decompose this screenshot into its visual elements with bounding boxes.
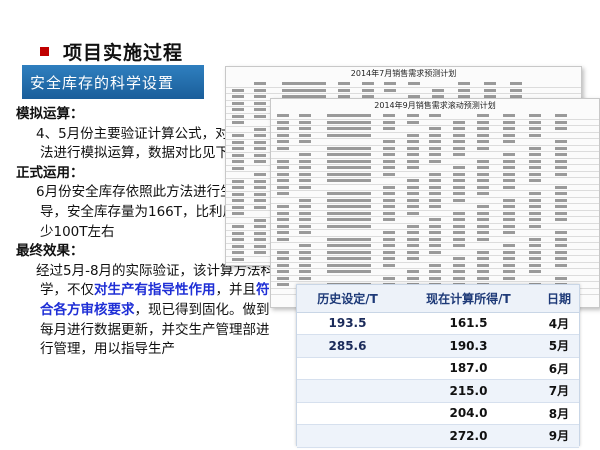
slide-title: 项目实施过程 xyxy=(63,42,184,64)
cell-computed: 272.0 xyxy=(397,424,539,448)
table-row: 187.0 6月 xyxy=(297,357,579,380)
cell-history: 285.6 xyxy=(297,334,398,358)
cell-date: 9月 xyxy=(538,424,579,448)
cell-date: 6月 xyxy=(538,357,579,380)
slide-title-row: 项目实施过程 xyxy=(40,38,183,65)
cell-history xyxy=(297,424,398,448)
header-computed: 现在计算所得/T xyxy=(397,285,539,313)
cell-history: 193.5 xyxy=(297,312,398,335)
table-row: 272.0 9月 xyxy=(297,424,579,448)
table-row: 215.0 7月 xyxy=(297,379,579,403)
cell-date: 5月 xyxy=(538,334,579,358)
table-row: 193.5 161.5 4月 xyxy=(297,312,579,335)
result-highlight-1: 对生产有指导性作用 xyxy=(94,282,216,299)
header-history: 历史设定/T xyxy=(297,285,398,313)
cell-computed: 161.5 xyxy=(397,312,539,335)
table-header-row: 历史设定/T 现在计算所得/T 日期 xyxy=(297,285,579,313)
sheet-title-july: 2014年7月销售需求预测计划 xyxy=(350,69,457,78)
cell-date: 4月 xyxy=(538,312,579,335)
cell-date: 8月 xyxy=(538,402,579,425)
cell-computed: 190.3 xyxy=(397,334,539,358)
title-bullet-icon xyxy=(40,47,49,56)
result-text-2: ，并且 xyxy=(215,282,257,299)
cell-computed: 204.0 xyxy=(397,402,539,425)
cell-history xyxy=(297,379,398,403)
cell-history xyxy=(297,402,398,425)
cell-computed: 187.0 xyxy=(397,357,539,380)
sheet-title-september: 2014年9月销售需求滚动预测计划 xyxy=(374,101,496,110)
comparison-table: 历史设定/T 现在计算所得/T 日期 193.5 161.5 4月 285.6 … xyxy=(296,284,580,448)
table-row: 204.0 8月 xyxy=(297,402,579,425)
sheet-rows-september xyxy=(271,113,599,295)
cell-date: 7月 xyxy=(538,379,579,403)
cell-computed: 215.0 xyxy=(397,379,539,403)
table-row: 285.6 190.3 5月 xyxy=(297,334,579,358)
cell-history xyxy=(297,357,398,380)
result-paragraph: 经过5月-8月的实际验证，该计算方法科学，不仅对生产有指导性作用，并且符合各方审… xyxy=(16,262,278,360)
header-date: 日期 xyxy=(538,285,579,313)
forecast-sheet-september: 2014年9月销售需求滚动预测计划 xyxy=(270,98,600,308)
section-label: 安全库存的科学设置 xyxy=(22,65,204,99)
